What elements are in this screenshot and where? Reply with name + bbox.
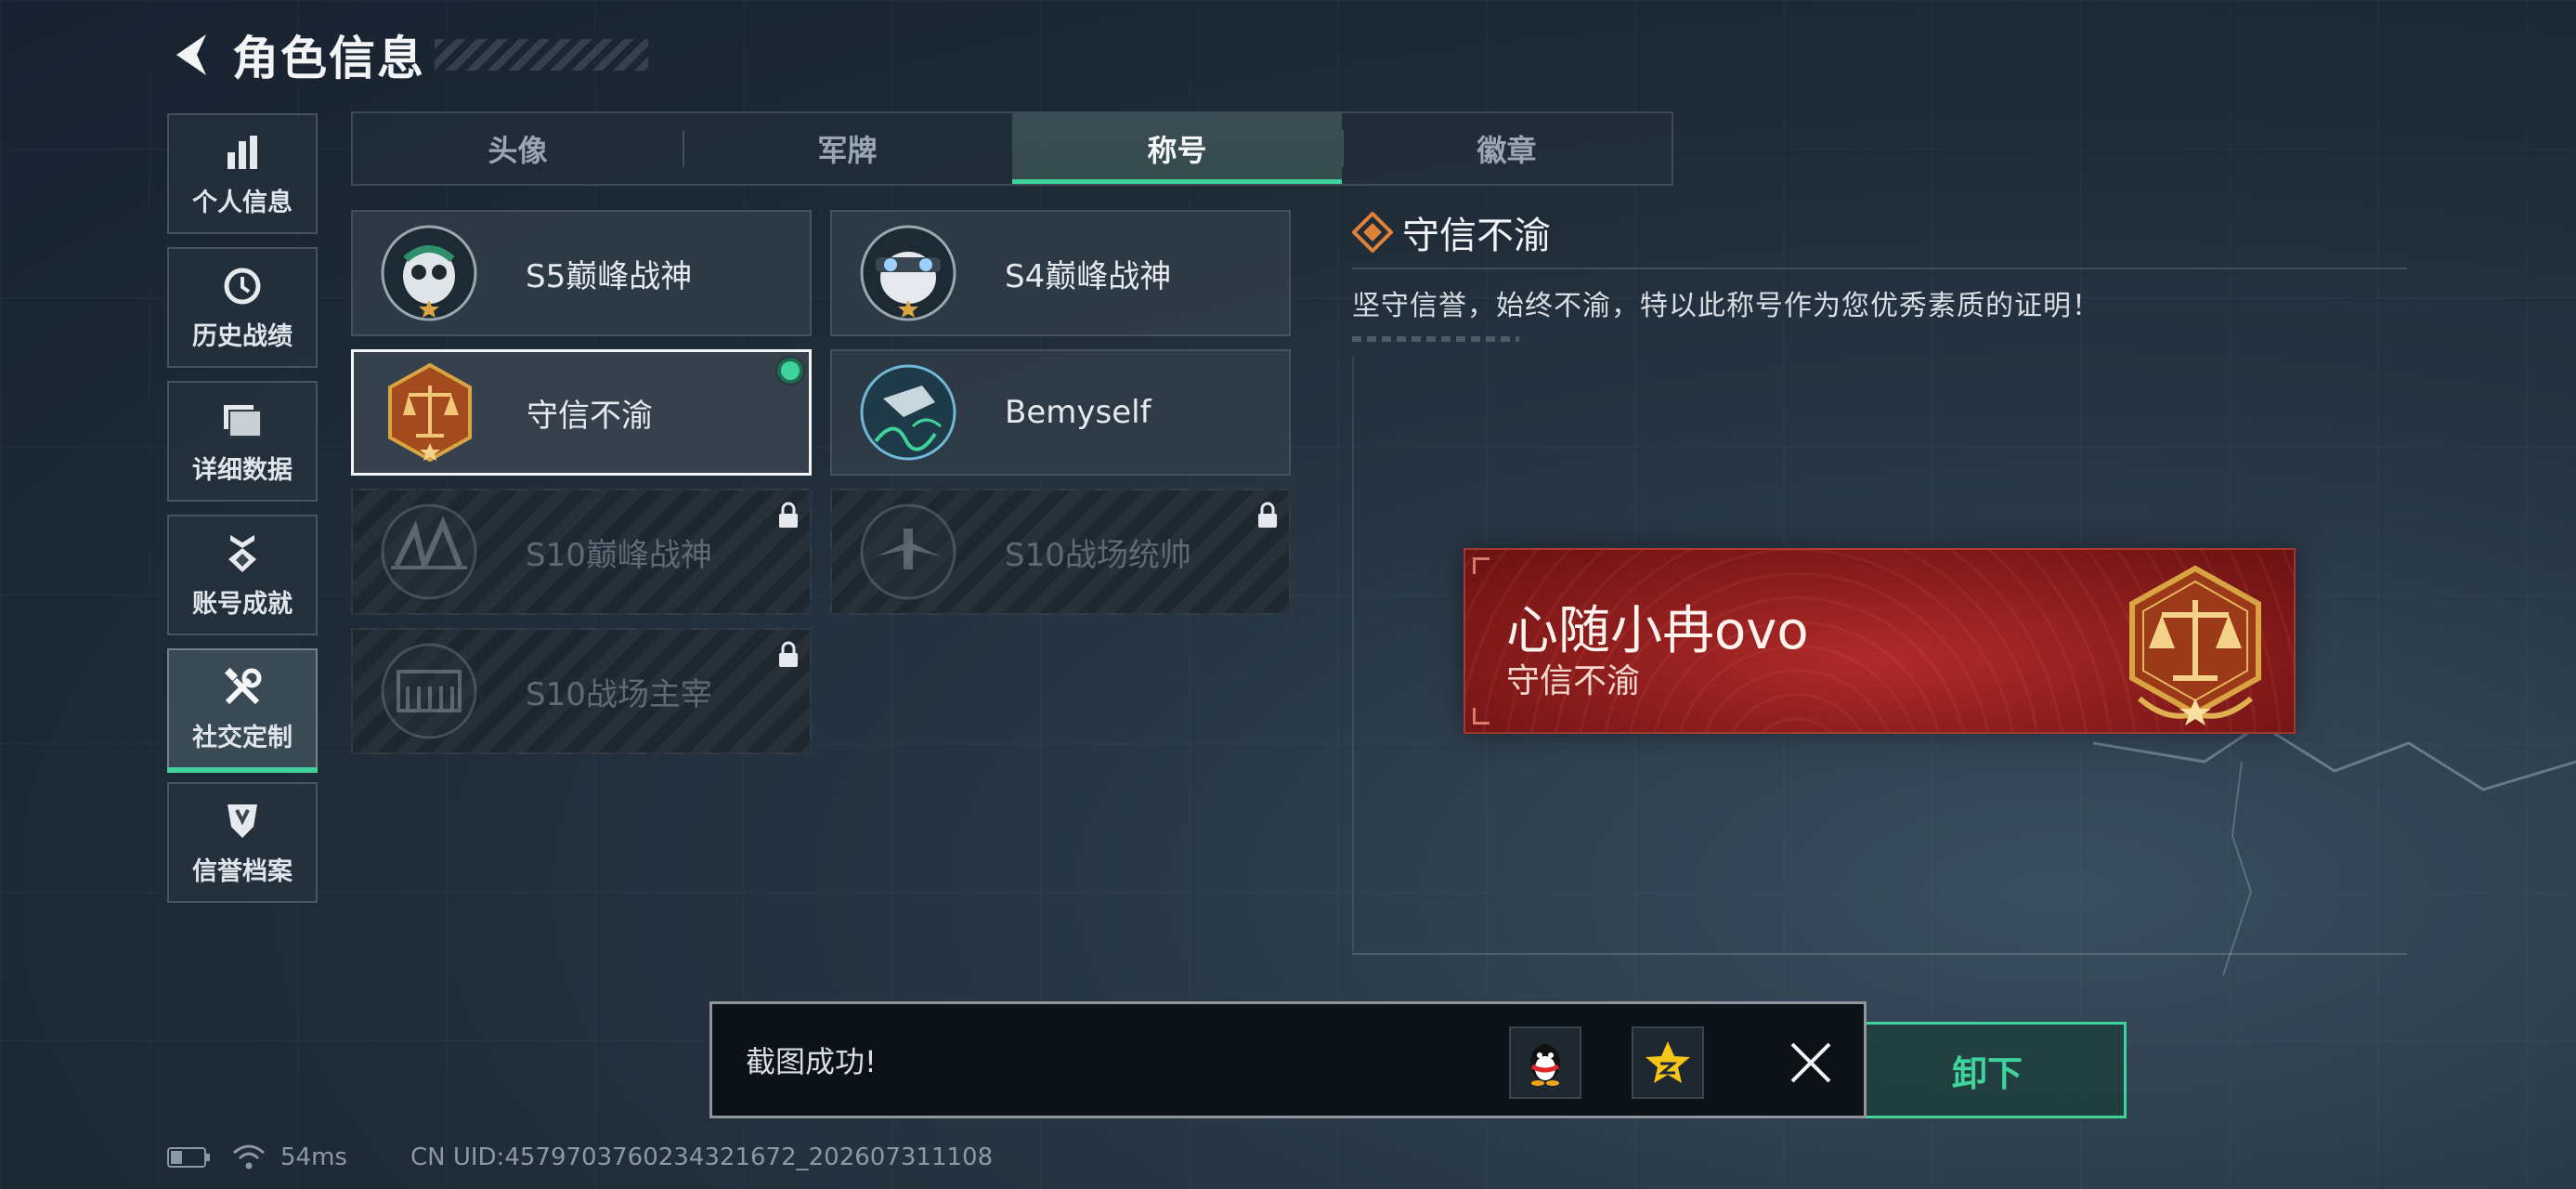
title-card-label: S5巅峰战神 xyxy=(526,257,693,295)
tab-title[interactable]: 称号 xyxy=(1012,113,1342,184)
detail-description: 坚守信誉，始终不渝，特以此称号作为您优秀素质的证明！ xyxy=(1352,290,2101,322)
lightning-decoration xyxy=(2093,723,2576,976)
aircraft-emblem-icon xyxy=(852,496,964,608)
tab-dog-tag[interactable]: 军牌 xyxy=(683,113,1012,184)
close-icon xyxy=(1790,1042,1831,1083)
title-card-label: S10战场统帅 xyxy=(1005,536,1191,574)
title-card-label: S10战场主宰 xyxy=(526,675,712,713)
corner-decoration xyxy=(1473,557,1490,574)
share-qq-button[interactable] xyxy=(1509,1026,1581,1099)
sidebar-item-label: 个人信息 xyxy=(192,188,293,217)
colosseum-emblem-icon xyxy=(373,635,485,747)
player-name: 心随小冉ovo xyxy=(1506,601,1809,661)
tab-badge[interactable]: 徽章 xyxy=(1342,113,1672,184)
skull-emblem-icon xyxy=(373,217,485,329)
sidebar-item-match-history[interactable]: 历史战绩 xyxy=(167,247,318,368)
title-card-s5-peak[interactable]: S5巅峰战神 xyxy=(351,210,812,336)
lock-icon xyxy=(779,641,798,667)
shield-icon xyxy=(220,799,265,843)
title-detail-panel: 守信不渝 坚守信誉，始终不渝，特以此称号作为您优秀素质的证明！ xyxy=(1352,206,2407,342)
diamond-icon xyxy=(1352,212,1393,253)
toast-message: 截图成功! xyxy=(746,1044,877,1079)
sidebar: 个人信息 历史战绩 详细数据 账号成就 社交定制 信誉档案 xyxy=(167,113,318,916)
folder-icon xyxy=(220,398,265,442)
title-preview-banner: 心随小冉ovo 守信不渝 xyxy=(1464,548,2296,734)
bar-chart-icon xyxy=(220,130,265,175)
title-card-s4-peak[interactable]: S4巅峰战神 xyxy=(830,210,1291,336)
title-card-s10-dominator[interactable]: S10战场主宰 xyxy=(351,628,812,754)
wifi-icon xyxy=(233,1144,265,1169)
title-card-faithful[interactable]: 守信不渝 xyxy=(351,349,812,476)
back-arrow-icon xyxy=(176,34,206,75)
lock-icon xyxy=(779,502,798,528)
title-decoration xyxy=(435,39,648,71)
detail-frame-line xyxy=(1352,357,1354,951)
title-card-label: S10巅峰战神 xyxy=(526,536,712,574)
title-card-label: 守信不渝 xyxy=(527,397,653,435)
share-qzone-button[interactable] xyxy=(1632,1026,1704,1099)
sidebar-item-label: 账号成就 xyxy=(192,589,293,619)
header: 角色信息 xyxy=(167,22,648,87)
qzone-star-icon xyxy=(1646,1041,1690,1083)
tab-avatar[interactable]: 头像 xyxy=(353,113,683,184)
scales-emblem-icon xyxy=(2129,565,2261,725)
battery-icon xyxy=(167,1147,210,1168)
sidebar-item-achievements[interactable]: 账号成就 xyxy=(167,515,318,635)
corner-decoration xyxy=(1473,708,1490,725)
title-card-label: S4巅峰战神 xyxy=(1005,257,1172,295)
toast-close-button[interactable] xyxy=(1780,1032,1841,1093)
status-bar: 54ms CN UID:4579703760234321672_20260731… xyxy=(167,1139,993,1176)
back-button[interactable] xyxy=(167,27,215,83)
equipped-indicator xyxy=(777,358,803,384)
unequip-button-label: 卸下 xyxy=(1951,1052,2023,1094)
sidebar-item-detailed-data[interactable]: 详细数据 xyxy=(167,381,318,502)
screenshot-toast: 截图成功! xyxy=(709,1001,1867,1118)
sidebar-item-label: 详细数据 xyxy=(192,455,293,485)
user-uid: CN UID:4579703760234321672_202607311108 xyxy=(410,1143,994,1171)
preview-title: 守信不渝 xyxy=(1506,662,1641,700)
page-title: 角色信息 xyxy=(232,32,425,85)
sidebar-item-label: 信誉档案 xyxy=(192,856,293,886)
sidebar-item-label: 社交定制 xyxy=(192,723,293,752)
detail-decoration xyxy=(1352,336,1519,342)
divider xyxy=(1352,953,2407,955)
bridge-emblem-icon xyxy=(373,496,485,608)
sidebar-item-label: 历史战绩 xyxy=(192,321,293,351)
ping-value: 54ms xyxy=(280,1143,347,1171)
skull-goggles-emblem-icon xyxy=(852,217,964,329)
sidebar-item-credit-record[interactable]: 信誉档案 xyxy=(167,782,318,903)
sidebar-item-personal-info[interactable]: 个人信息 xyxy=(167,113,318,234)
qq-penguin-icon xyxy=(1530,1044,1560,1086)
title-card-s10-commander[interactable]: S10战场统帅 xyxy=(830,489,1291,615)
category-tabs: 头像 军牌 称号 徽章 xyxy=(351,111,1673,186)
detail-title: 守信不渝 xyxy=(1402,215,1551,257)
divider xyxy=(1352,268,2407,269)
tools-icon xyxy=(220,665,265,710)
lock-icon xyxy=(1258,502,1277,528)
badge-icon xyxy=(220,531,265,576)
clock-icon xyxy=(220,264,265,308)
title-card-s10-peak[interactable]: S10巅峰战神 xyxy=(351,489,812,615)
title-card-bemyself[interactable]: Bemyself xyxy=(830,349,1291,476)
signature-emblem-icon xyxy=(852,357,964,468)
title-card-label: Bemyself xyxy=(1005,394,1151,431)
detail-header: 守信不渝 xyxy=(1352,206,2407,258)
sidebar-item-social-custom[interactable]: 社交定制 xyxy=(167,648,318,773)
scales-emblem-icon xyxy=(374,357,486,468)
